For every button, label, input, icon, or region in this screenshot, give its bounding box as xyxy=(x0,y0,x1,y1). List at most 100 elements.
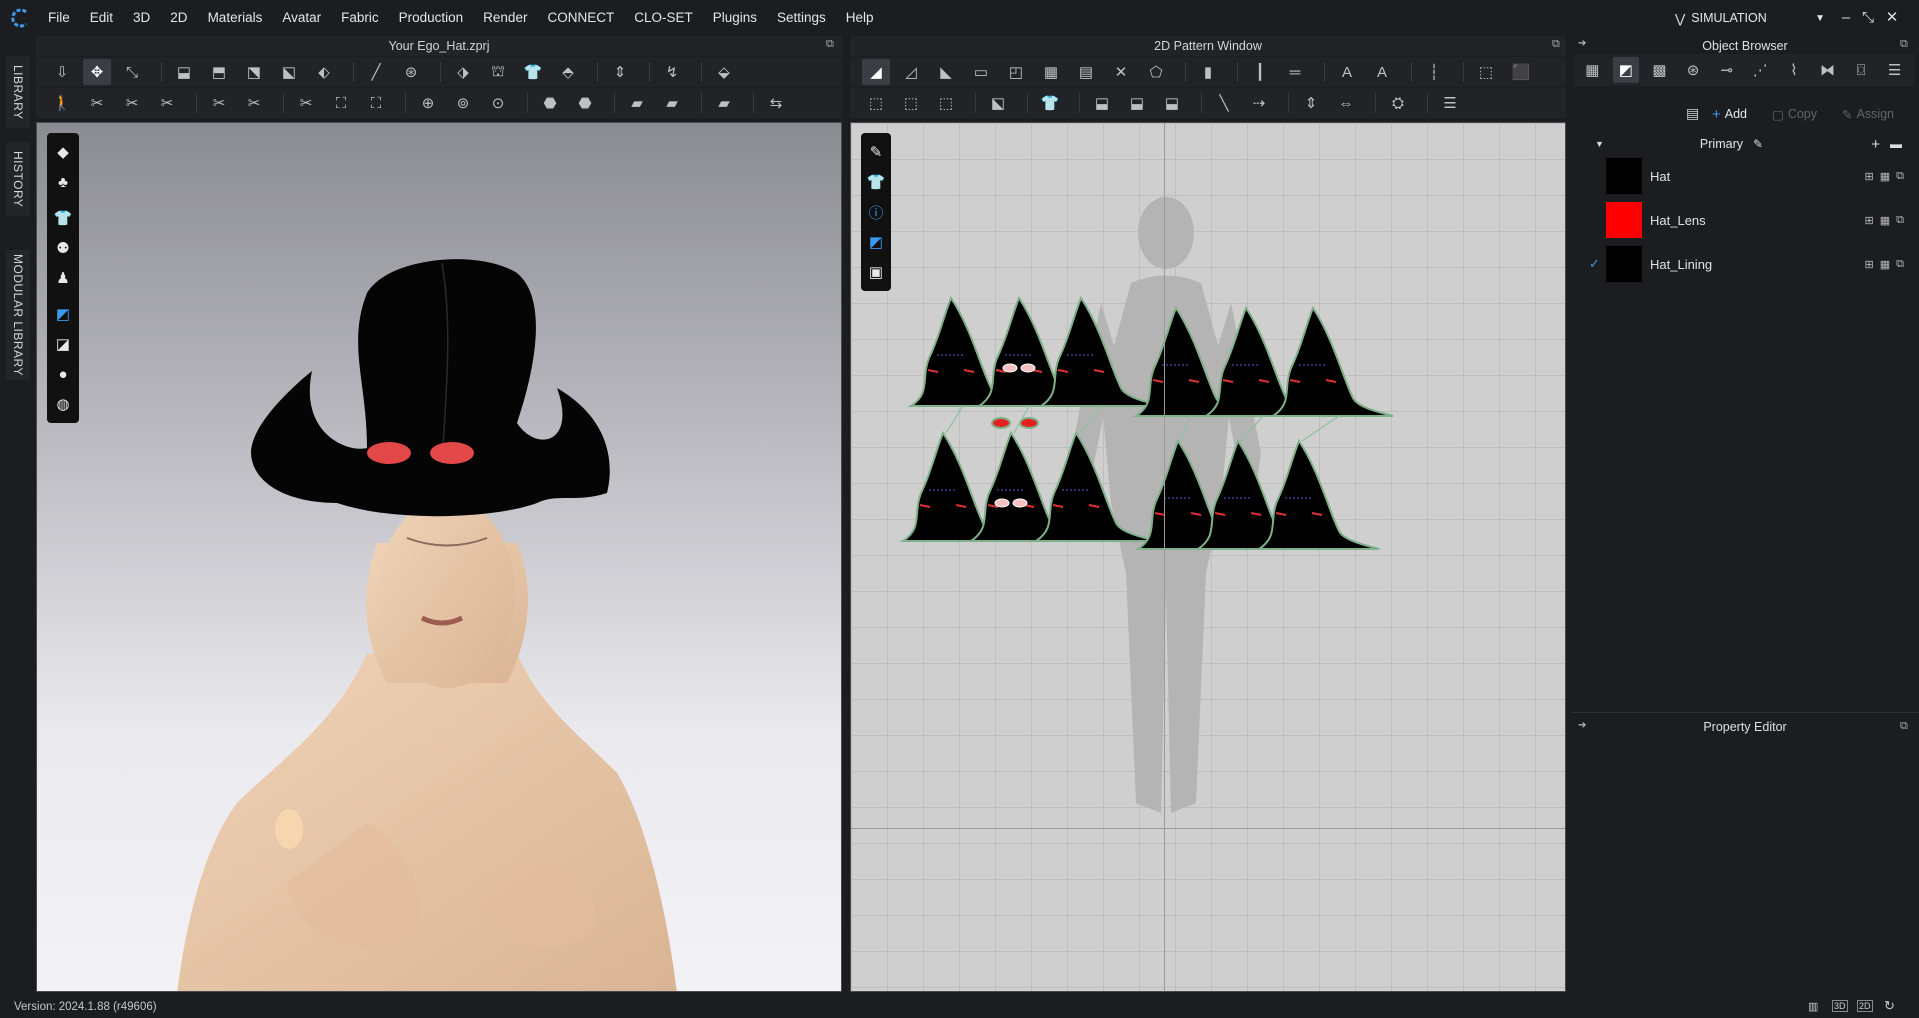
material-row[interactable]: Hat ⊞ ▦ ⧉ xyxy=(1580,154,1910,198)
tool-icon[interactable]: ⛶ xyxy=(362,90,390,116)
tool-icon[interactable]: ⬓ xyxy=(1088,90,1116,116)
menu-plugins[interactable]: Plugins xyxy=(703,0,767,36)
menu-help[interactable]: Help xyxy=(836,0,884,36)
material-copy-icon[interactable]: ⧉ xyxy=(1896,170,1904,183)
tool-icon[interactable]: ⇆ xyxy=(762,90,790,116)
2d-pattern-canvas[interactable] xyxy=(850,122,1566,992)
segment-sewing-icon[interactable]: ┃ xyxy=(1246,59,1274,85)
fabric-icon[interactable]: ◩ xyxy=(861,227,891,257)
fold-icon[interactable]: ⬓ xyxy=(170,59,198,85)
tool-icon[interactable]: ✂ xyxy=(205,90,233,116)
list-tab-icon[interactable]: ☰ xyxy=(1881,57,1908,83)
tool-icon[interactable]: ▰ xyxy=(658,90,686,116)
trim-tab-icon[interactable]: ⧓ xyxy=(1814,57,1841,83)
fabric-tab-icon[interactable]: ▦ xyxy=(1579,57,1606,83)
garment-icon[interactable]: 👕 xyxy=(861,167,891,197)
tool-icon[interactable]: ▰ xyxy=(623,90,651,116)
transform-pattern-icon[interactable]: ◿ xyxy=(897,59,925,85)
material-grid-icon[interactable]: ▦ xyxy=(1880,214,1890,227)
list-icon[interactable]: ☰ xyxy=(1436,90,1464,116)
tab-library[interactable]: LIBRARY xyxy=(6,56,30,128)
pose-icon[interactable]: 🚶 xyxy=(48,90,76,116)
garment-icon[interactable]: 👕 xyxy=(47,203,79,233)
free-sewing-icon[interactable]: ═ xyxy=(1281,59,1309,85)
layout-3d-icon[interactable]: 3D xyxy=(1832,1000,1848,1012)
line-icon[interactable]: ╲ xyxy=(1210,90,1238,116)
sew-3d-icon[interactable]: ⬕ xyxy=(275,59,303,85)
checkmark-icon[interactable]: ✓ xyxy=(1589,256,1600,272)
material-grid-icon[interactable]: ▦ xyxy=(1880,258,1890,271)
draw-line-icon[interactable]: ╱ xyxy=(362,59,390,85)
tool-icon[interactable]: ▰ xyxy=(710,90,738,116)
menu-avatar[interactable]: Avatar xyxy=(272,0,331,36)
layout-single-icon[interactable]: ▥ xyxy=(1808,1000,1818,1013)
garment-icon[interactable]: 👕 xyxy=(1036,90,1064,116)
internal-polygon-icon[interactable]: ▦ xyxy=(1037,59,1065,85)
undock-icon[interactable]: ⧉ xyxy=(826,38,834,51)
tool-icon[interactable]: ⛶ xyxy=(327,90,355,116)
tool-icon[interactable]: ⊙ xyxy=(484,90,512,116)
tool-icon[interactable]: ⇔ xyxy=(1332,90,1360,116)
tool-icon[interactable]: ⬓ xyxy=(1158,90,1186,116)
folder-icon[interactable]: ▤ xyxy=(1686,105,1699,122)
tab-history[interactable]: HISTORY xyxy=(6,142,30,216)
fabric-icon[interactable]: ◩ xyxy=(47,299,79,329)
undock-icon[interactable]: ⧉ xyxy=(1552,38,1560,51)
topstitch-tab-icon[interactable]: ⋰ xyxy=(1747,57,1774,83)
add-button[interactable]: + Add xyxy=(1712,102,1762,126)
avatar-tab-icon[interactable]: ⌼ xyxy=(1848,57,1875,83)
button-tool-icon[interactable]: ⊕ xyxy=(414,90,442,116)
transform-icon[interactable]: ⤡ xyxy=(118,59,146,85)
zipper-tab-icon[interactable]: ⊸ xyxy=(1713,57,1740,83)
button-icon[interactable]: ⬙ xyxy=(710,59,738,85)
material-row[interactable]: Hat_Lens ⊞ ▦ ⧉ xyxy=(1580,198,1910,242)
pin-icon[interactable]: ⬖ xyxy=(310,59,338,85)
menu-settings[interactable]: Settings xyxy=(767,0,836,36)
undock-icon[interactable]: ⧉ xyxy=(1900,38,1908,51)
rectangle-icon[interactable]: ◰ xyxy=(1002,59,1030,85)
trim-icon[interactable]: ⬣ xyxy=(571,90,599,116)
copy-button[interactable]: ▢ Copy xyxy=(1772,102,1830,126)
pen-icon[interactable]: ✎ xyxy=(861,137,891,167)
add-to-selection-icon[interactable]: ⊞ xyxy=(1865,214,1874,227)
edit-curve-icon[interactable]: ◣ xyxy=(932,59,960,85)
shirt-display-icon[interactable]: ♣ xyxy=(47,167,79,197)
trace-icon[interactable]: ✕ xyxy=(1107,59,1135,85)
tool-icon[interactable]: ✂ xyxy=(240,90,268,116)
simulation-icon[interactable]: ⇩ xyxy=(48,59,76,85)
strain-icon[interactable]: ⇕ xyxy=(606,59,634,85)
texture-icon[interactable]: ◪ xyxy=(47,329,79,359)
tool-icon[interactable]: ✂ xyxy=(292,90,320,116)
button-tab-icon[interactable]: ⊛ xyxy=(1680,57,1707,83)
notch-icon[interactable]: ⬠ xyxy=(1142,59,1170,85)
collapse-arrow-icon[interactable]: ➔ xyxy=(1578,38,1586,49)
menu-connect[interactable]: CONNECT xyxy=(537,0,624,36)
dart-icon[interactable]: ▤ xyxy=(1072,59,1100,85)
tab-modular-library[interactable]: MODULAR LIBRARY xyxy=(6,250,30,380)
cube-icon[interactable]: ◆ xyxy=(47,137,79,167)
material-row[interactable]: ✓ Hat_Lining ⊞ ▦ ⧉ xyxy=(1580,242,1910,286)
edit-pattern-icon[interactable]: ◢ xyxy=(862,59,890,85)
mode-selector[interactable]: ⋁ SIMULATION ▼ xyxy=(1675,6,1825,30)
tool-icon[interactable]: ⇕ xyxy=(1297,90,1325,116)
grading-icon[interactable]: ┆ xyxy=(1420,59,1448,85)
add-colorway-icon[interactable]: + xyxy=(1871,136,1880,153)
colorway-header[interactable]: ▼ Primary ✎ + ▬ xyxy=(1590,134,1910,154)
material-copy-icon[interactable]: ⧉ xyxy=(1896,258,1904,271)
brush-icon[interactable]: ⊛ xyxy=(397,59,425,85)
tool-icon[interactable]: ✂ xyxy=(118,90,146,116)
menu-fabric[interactable]: Fabric xyxy=(331,0,389,36)
add-to-selection-icon[interactable]: ⊞ xyxy=(1865,170,1874,183)
puckering-icon[interactable]: ⬛ xyxy=(1507,59,1535,85)
info-icon[interactable]: ⓘ xyxy=(861,197,891,227)
restore-icon[interactable]: ⤡ xyxy=(1858,8,1878,28)
material-grid-icon[interactable]: ▦ xyxy=(1880,170,1890,183)
fit-map-icon[interactable]: ⬘ xyxy=(554,59,582,85)
tool-icon[interactable]: ⬕ xyxy=(984,90,1012,116)
gear-icon[interactable]: ⛭ xyxy=(1384,90,1412,116)
material-swatch[interactable] xyxy=(1606,202,1642,238)
graphic-icon[interactable]: ⬚ xyxy=(1472,59,1500,85)
avatar-measure-icon[interactable]: ⛫ xyxy=(484,59,512,85)
material-swatch[interactable] xyxy=(1606,246,1642,282)
refresh-icon[interactable]: ↻ xyxy=(1884,998,1895,1014)
